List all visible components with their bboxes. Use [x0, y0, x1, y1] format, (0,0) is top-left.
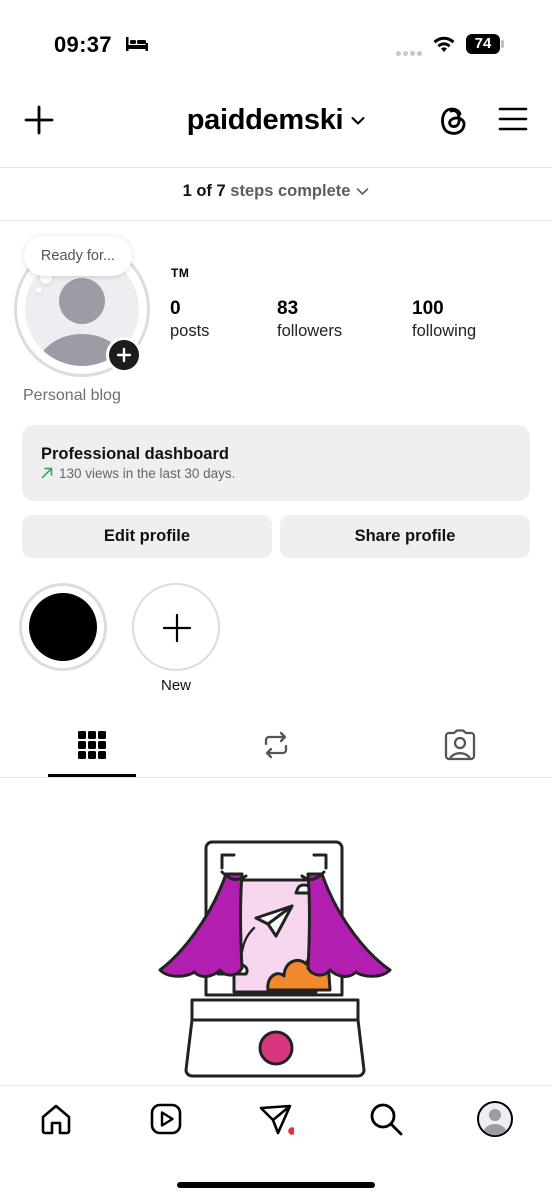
- steps-progress[interactable]: 1 of 7 steps complete: [0, 182, 552, 201]
- add-story-button[interactable]: [106, 337, 142, 373]
- messages-icon[interactable]: [258, 1101, 294, 1137]
- dashboard-subtitle: 130 views in the last 30 days.: [41, 466, 235, 481]
- tagged-icon[interactable]: [443, 728, 477, 762]
- chevron-down-icon: [357, 188, 369, 195]
- divider: [0, 777, 552, 778]
- share-profile-button[interactable]: Share profile: [280, 515, 530, 558]
- plus-icon: [116, 347, 132, 363]
- steps-of: of: [196, 182, 212, 200]
- menu-icon[interactable]: [497, 104, 529, 134]
- battery-level: 74: [466, 34, 500, 54]
- profile-icon[interactable]: [477, 1101, 513, 1137]
- story-highlight[interactable]: [19, 583, 107, 671]
- stat-posts[interactable]: 0 posts: [170, 298, 209, 342]
- status-bar: 09:37 74: [0, 0, 552, 80]
- wifi-icon: [433, 36, 455, 52]
- divider: [0, 220, 552, 221]
- username: paiddemski: [186, 104, 344, 136]
- steps-label: steps complete: [230, 182, 351, 200]
- reels-icon[interactable]: [148, 1101, 184, 1137]
- stat-label: posts: [170, 322, 210, 340]
- plus-icon: [162, 613, 192, 643]
- home-indicator: [177, 1182, 375, 1188]
- steps-done: 1: [182, 182, 192, 200]
- note-bubble-tail: [36, 287, 42, 293]
- steps-total: 7: [216, 182, 226, 200]
- new-highlight-button[interactable]: [132, 583, 220, 671]
- stat-label: followers: [277, 322, 343, 340]
- stat-value: 100: [412, 298, 444, 319]
- profile-bio: Personal blog: [23, 387, 121, 404]
- note-bubble[interactable]: Ready for...: [24, 236, 132, 276]
- stat-following[interactable]: 100 following: [412, 298, 476, 342]
- profile-name: TM: [171, 266, 190, 280]
- status-time: 09:37: [54, 32, 112, 57]
- bed-icon: [126, 37, 148, 51]
- edit-profile-button[interactable]: Edit profile: [22, 515, 272, 558]
- dashboard-title: Professional dashboard: [41, 445, 229, 463]
- search-icon[interactable]: [368, 1101, 404, 1137]
- stat-value: 83: [277, 298, 299, 319]
- grid-icon[interactable]: [75, 728, 109, 762]
- professional-dashboard[interactable]: Professional dashboard 130 views in the …: [22, 425, 530, 501]
- trend-up-arrow-icon: [41, 467, 53, 479]
- reposts-icon[interactable]: [259, 728, 293, 762]
- dashboard-views: 130 views in the last 30 days.: [59, 466, 236, 481]
- new-highlight-label: New: [160, 677, 191, 694]
- home-icon[interactable]: [38, 1101, 74, 1137]
- signal-dots-icon: [396, 43, 424, 61]
- battery-icon: 74: [466, 34, 506, 54]
- chevron-down-icon: [351, 117, 365, 125]
- stat-followers[interactable]: 83 followers: [277, 298, 342, 342]
- threads-icon[interactable]: [436, 102, 470, 138]
- stat-label: following: [412, 322, 477, 340]
- empty-posts-camera-illustration: [158, 840, 392, 1078]
- profile-header: paiddemski: [0, 90, 552, 150]
- stat-value: 0: [170, 298, 181, 319]
- divider: [0, 167, 552, 168]
